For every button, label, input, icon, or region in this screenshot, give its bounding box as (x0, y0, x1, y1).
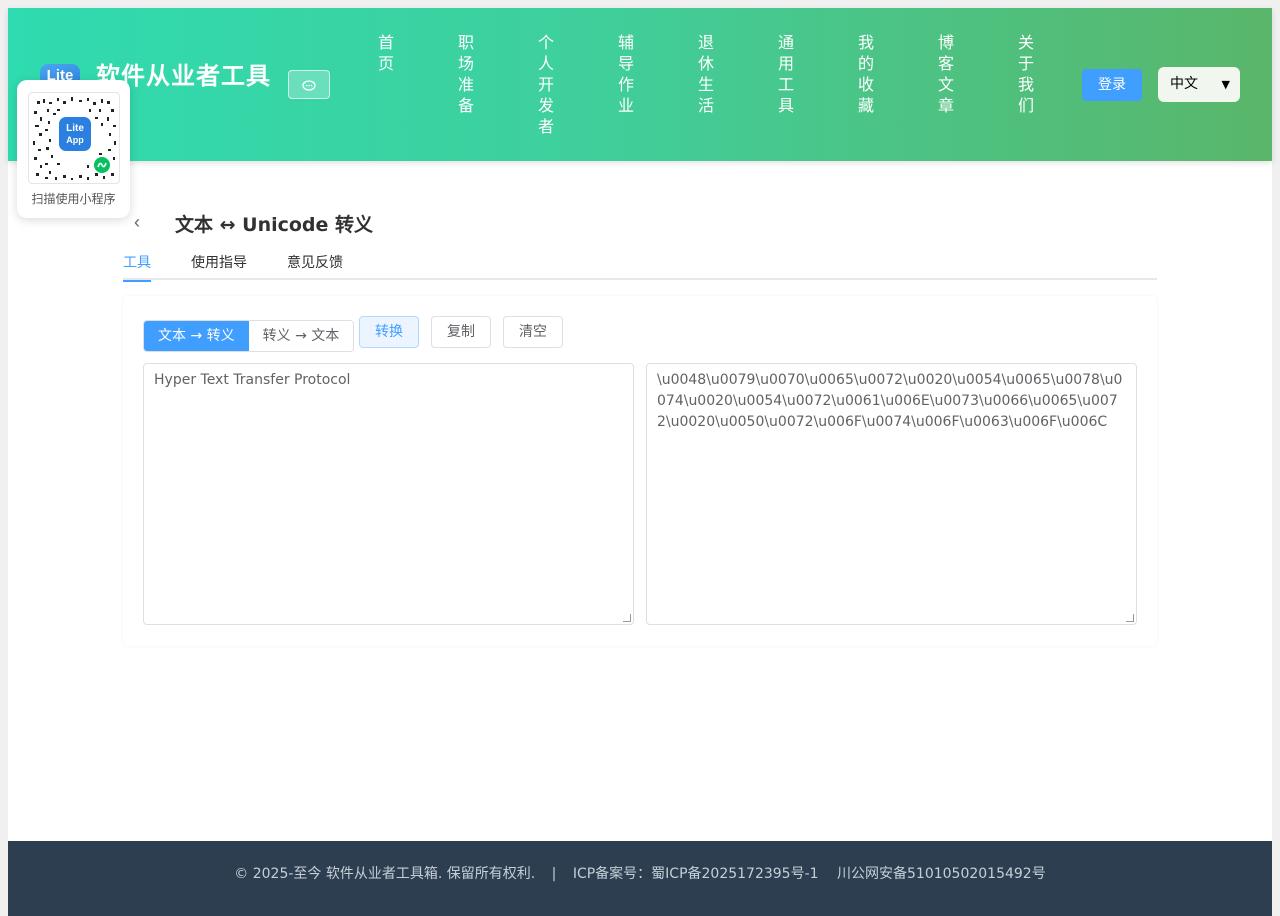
nav-general-tools[interactable]: 通用工具 (774, 32, 798, 116)
page: Lite 软件从业者工具 首页 职场准备 个人开发者 辅导作业 退休生活 通用工… (8, 8, 1272, 916)
input-text: Hyper Text Transfer Protocol (154, 372, 351, 388)
mode-switch: 文本 → 转义 转义 → 文本 (143, 320, 355, 352)
nav-about[interactable]: 关于我们 (1014, 32, 1038, 116)
nav-homework[interactable]: 辅导作业 (614, 32, 638, 116)
footer-copyright: © 2025-至今 软件从业者工具箱. 保留所有权利. (234, 866, 536, 882)
footer-separator: | (551, 866, 557, 882)
qr-badge-text-1: Lite (66, 123, 84, 134)
miniprogram-qr-card: Lite App 扫描使用小程序 (17, 80, 130, 218)
nav-career-prep[interactable]: 职场准备 (454, 32, 478, 116)
qr-label: 扫描使用小程序 (31, 192, 116, 206)
convert-button[interactable]: 转换 (359, 316, 419, 348)
site-header: Lite 软件从业者工具 首页 职场准备 个人开发者 辅导作业 退休生活 通用工… (8, 8, 1272, 161)
resize-handle-icon[interactable] (1126, 614, 1134, 622)
tab-tool[interactable]: 工具 (123, 252, 151, 282)
page-title: 文本 ↔ Unicode 转义 (175, 214, 374, 236)
copy-button[interactable]: 复制 (431, 316, 491, 348)
tab-feedback[interactable]: 意见反馈 (287, 252, 343, 282)
nav-favorites[interactable]: 我的收藏 (854, 32, 878, 116)
resize-handle-icon[interactable] (623, 614, 631, 622)
chevron-left-icon[interactable]: ‹ (134, 212, 140, 233)
tool-tabs: 工具 使用指导 意见反馈 (123, 248, 1157, 282)
footer-icp[interactable]: ICP备案号：蜀ICP备2025172395号-1 (573, 866, 819, 882)
output-textarea[interactable]: \u0048\u0079\u0070\u0065\u0072\u0020\u00… (646, 363, 1137, 625)
mode-text-to-escape[interactable]: 文本 → 转义 (144, 321, 249, 351)
input-textarea[interactable]: Hyper Text Transfer Protocol (143, 363, 634, 625)
output-text: \u0048\u0079\u0070\u0065\u0072\u0020\u00… (657, 372, 1123, 430)
footer-police[interactable]: 川公网安备51010502015492号 (837, 866, 1046, 882)
language-value: 中文 (1170, 76, 1198, 92)
nav-indie-dev[interactable]: 个人开发者 (534, 32, 558, 137)
chevron-down-icon: ▼ (1221, 78, 1230, 91)
login-button[interactable]: 登录 (1082, 69, 1142, 101)
tab-guide[interactable]: 使用指导 (191, 252, 247, 282)
chat-bubble-icon (302, 79, 316, 91)
language-select[interactable]: 中文 ▼ (1158, 67, 1240, 102)
nav-home[interactable]: 首页 (374, 32, 398, 74)
mode-escape-to-text[interactable]: 转义 → 文本 (248, 321, 354, 351)
tool-panel: 文本 → 转义 转义 → 文本 转换 复制 清空 Hyper Text Tran… (123, 296, 1157, 646)
chat-button[interactable] (288, 70, 330, 99)
qr-badge-text-2: App (66, 135, 84, 145)
qr-code-image: Lite App (28, 92, 120, 184)
nav-blog[interactable]: 博客文章 (934, 32, 958, 116)
clear-button[interactable]: 清空 (503, 316, 563, 348)
nav-retirement[interactable]: 退休生活 (694, 32, 718, 116)
site-footer: © 2025-至今 软件从业者工具箱. 保留所有权利. | ICP备案号：蜀IC… (8, 841, 1272, 916)
